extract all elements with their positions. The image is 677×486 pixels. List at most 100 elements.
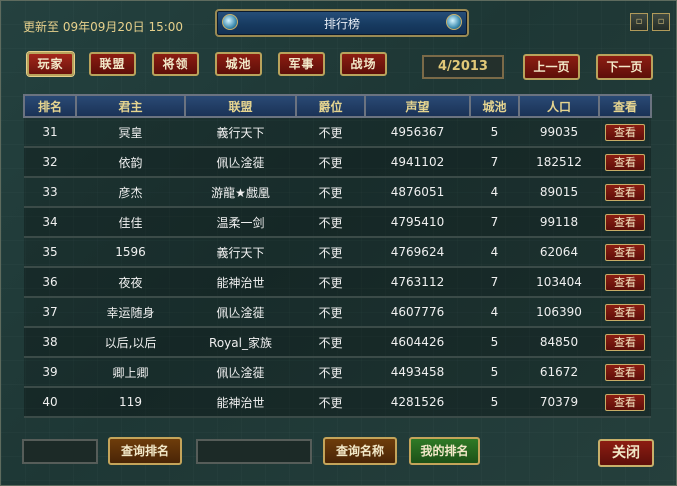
cities-cell: 7 (470, 147, 519, 178)
view-button[interactable]: 查看 (605, 183, 645, 201)
alliance-cell: 游龍★戲凰 (185, 177, 296, 208)
view-cell: 查看 (599, 387, 651, 418)
alliance-cell: 佩亾淦蓰 (185, 357, 296, 388)
view-cell: 查看 (599, 267, 651, 298)
population-cell: 106390 (519, 297, 599, 328)
cities-cell: 5 (470, 117, 519, 148)
rank-cell: 31 (24, 117, 76, 148)
table-row: 34 佳佳 温柔一剑 不更 4795410 7 99118 查看 (24, 207, 651, 238)
lord-cell: 以后,以后 (76, 327, 185, 358)
prestige-cell: 4941102 (365, 147, 470, 178)
population-cell: 99118 (519, 207, 599, 238)
column-header-cities: 城池 (469, 94, 520, 118)
view-cell: 查看 (599, 237, 651, 268)
title-cell: 不更 (296, 357, 365, 388)
table-row: 40 119 能神治世 不更 4281526 5 70379 查看 (24, 387, 651, 418)
alliance-cell: 佩亾淦蓰 (185, 297, 296, 328)
prestige-cell: 4876051 (365, 177, 470, 208)
prev-page-button[interactable]: 上一页 (523, 54, 580, 80)
table-row: 38 以后,以后 Royal_家族 不更 4604426 5 84850 查看 (24, 327, 651, 358)
table-row: 33 彦杰 游龍★戲凰 不更 4876051 4 89015 查看 (24, 177, 651, 208)
title-cell: 不更 (296, 267, 365, 298)
alliance-cell: 能神治世 (185, 267, 296, 298)
tab-generals[interactable]: 将领 (152, 52, 199, 76)
prestige-cell: 4795410 (365, 207, 470, 238)
tab-players[interactable]: 玩家 (27, 52, 74, 76)
view-button[interactable]: 查看 (605, 393, 645, 411)
minimize-icon[interactable]: ▫ (630, 13, 648, 31)
column-header-alliance: 联盟 (184, 94, 297, 118)
view-button[interactable]: 查看 (605, 273, 645, 291)
view-button[interactable]: 查看 (605, 363, 645, 381)
cities-cell: 7 (470, 207, 519, 238)
view-cell: 查看 (599, 357, 651, 388)
query-rank-button[interactable]: 查询排名 (108, 437, 182, 465)
view-cell: 查看 (599, 297, 651, 328)
title-cell: 不更 (296, 327, 365, 358)
next-page-button[interactable]: 下一页 (596, 54, 653, 80)
lord-cell: 依韵 (76, 147, 185, 178)
ranking-window: 更新至 09年09月20日 15:00 排行榜 ▫ ▫ 玩家 联盟 将领 城池 … (0, 0, 677, 486)
view-button[interactable]: 查看 (605, 333, 645, 351)
population-cell: 89015 (519, 177, 599, 208)
cities-cell: 7 (470, 267, 519, 298)
population-cell: 103404 (519, 267, 599, 298)
my-rank-button[interactable]: 我的排名 (409, 437, 480, 465)
tab-battlefield[interactable]: 战场 (340, 52, 387, 76)
query-name-button[interactable]: 查询名称 (323, 437, 397, 465)
view-button[interactable]: 查看 (605, 303, 645, 321)
rank-cell: 36 (24, 267, 76, 298)
corner-ornament-icon[interactable]: ▫ (652, 13, 670, 31)
rank-cell: 34 (24, 207, 76, 238)
tab-cities[interactable]: 城池 (215, 52, 262, 76)
column-header-population: 人口 (518, 94, 600, 118)
prestige-cell: 4956367 (365, 117, 470, 148)
page-indicator: 4/2013 (422, 55, 504, 79)
title-cell: 不更 (296, 147, 365, 178)
view-button[interactable]: 查看 (605, 123, 645, 141)
prestige-cell: 4493458 (365, 357, 470, 388)
rank-query-input[interactable] (22, 439, 98, 464)
table-row: 32 依韵 佩亾淦蓰 不更 4941102 7 182512 查看 (24, 147, 651, 178)
alliance-cell: Royal_家族 (185, 327, 296, 358)
tab-military[interactable]: 军事 (278, 52, 325, 76)
alliance-cell: 義行天下 (185, 237, 296, 268)
title-cell: 不更 (296, 297, 365, 328)
update-time: 更新至 09年09月20日 15:00 (23, 20, 184, 34)
cities-cell: 5 (470, 387, 519, 418)
column-header-lord: 君主 (75, 94, 186, 118)
lord-cell: 佳佳 (76, 207, 185, 238)
prestige-cell: 4763112 (365, 267, 470, 298)
title-cell: 不更 (296, 117, 365, 148)
population-cell: 61672 (519, 357, 599, 388)
view-button[interactable]: 查看 (605, 213, 645, 231)
name-query-input[interactable] (196, 439, 312, 464)
prestige-cell: 4604426 (365, 327, 470, 358)
close-button[interactable]: 关闭 (598, 439, 654, 467)
rank-cell: 37 (24, 297, 76, 328)
lord-cell: 卿上卿 (76, 357, 185, 388)
population-cell: 70379 (519, 387, 599, 418)
rank-cell: 35 (24, 237, 76, 268)
rank-cell: 38 (24, 327, 76, 358)
alliance-cell: 義行天下 (185, 117, 296, 148)
population-cell: 182512 (519, 147, 599, 178)
alliance-cell: 能神治世 (185, 387, 296, 418)
view-button[interactable]: 查看 (605, 153, 645, 171)
column-header-rank: 排名 (23, 94, 77, 118)
table-row: 31 冥皇 義行天下 不更 4956367 5 99035 查看 (24, 117, 651, 148)
lord-cell: 1596 (76, 237, 185, 268)
cities-cell: 4 (470, 297, 519, 328)
lord-cell: 彦杰 (76, 177, 185, 208)
ranking-table: 排名 君主 联盟 爵位 声望 城池 人口 查看 31 冥皇 義行天下 不更 49… (23, 94, 652, 418)
cities-cell: 5 (470, 357, 519, 388)
view-button[interactable]: 查看 (605, 243, 645, 261)
title-cell: 不更 (296, 177, 365, 208)
tab-alliances[interactable]: 联盟 (89, 52, 136, 76)
table-row: 39 卿上卿 佩亾淦蓰 不更 4493458 5 61672 查看 (24, 357, 651, 388)
cities-cell: 4 (470, 177, 519, 208)
prestige-cell: 4281526 (365, 387, 470, 418)
title-cell: 不更 (296, 207, 365, 238)
title-bar: 排行榜 (215, 9, 469, 37)
view-cell: 查看 (599, 177, 651, 208)
